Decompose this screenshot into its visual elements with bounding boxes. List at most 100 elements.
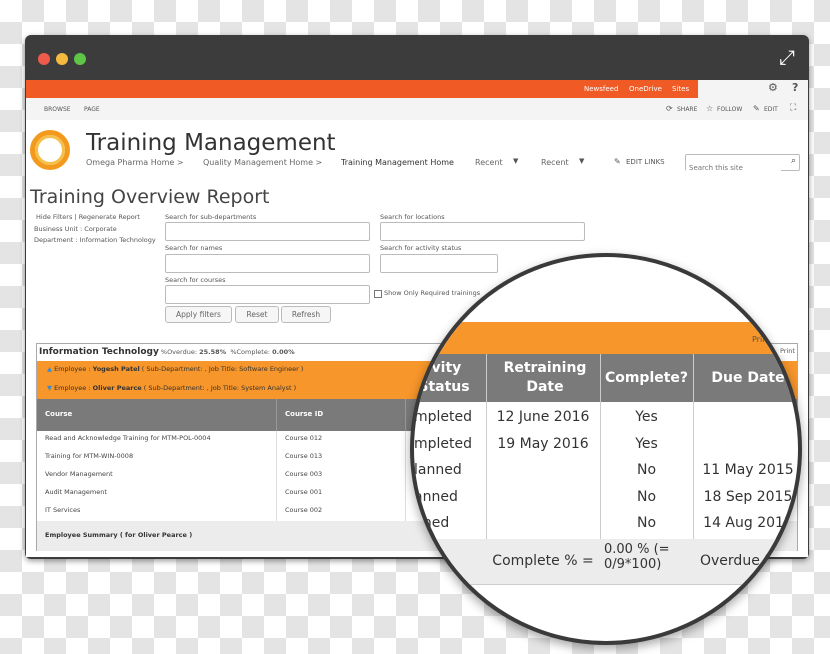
magnified-cell: 11 May 2015	[702, 462, 794, 478]
column-divider	[276, 399, 277, 431]
complete-percent-label: Complete % =	[492, 553, 594, 569]
employee-name: Yogesh Patel	[92, 365, 140, 373]
search-icon[interactable]: ⌕	[791, 156, 796, 166]
required-only-label: Show Only Required trainings	[384, 289, 481, 297]
course-id-cell: Course 001	[285, 488, 323, 496]
nav-recent-2[interactable]: Recent	[541, 158, 569, 167]
site-search-input[interactable]	[686, 160, 781, 176]
tab-browse[interactable]: BROWSE	[44, 106, 71, 113]
close-window-button[interactable]	[38, 53, 50, 65]
focus-icon[interactable]: ⛶	[790, 103, 796, 113]
collapse-arrow-icon[interactable]: ▲	[47, 365, 52, 373]
group-name: Information Technology	[39, 347, 159, 357]
business-unit: Business Unit : Corporate	[34, 225, 117, 233]
expand-arrows-icon[interactable]: ⤢	[779, 45, 795, 69]
share-button[interactable]: SHARE	[677, 106, 697, 113]
magnified-cell: 12 June 2016	[496, 409, 590, 425]
suite-bar: Newsfeed OneDrive Sites	[26, 80, 698, 98]
sub-departments-label: Search for sub-departments	[165, 213, 257, 221]
overdue-value: 25.58%	[199, 348, 227, 356]
magnified-cell: anned	[414, 488, 458, 505]
nav-omega-pharma-home[interactable]: Omega Pharma Home >	[86, 158, 184, 167]
share-icon: ⟳	[666, 104, 673, 113]
nav-training-management-home[interactable]: Training Management Home	[341, 158, 454, 167]
column-activity-status: ivity Status	[418, 360, 470, 395]
sites-link[interactable]: Sites	[672, 85, 689, 93]
magnified-cell: mpleted	[414, 409, 473, 425]
tab-page[interactable]: PAGE	[84, 106, 100, 113]
employee-details: ( Sub-Department: , Job Title: System An…	[141, 384, 297, 392]
locations-label: Search for locations	[380, 213, 445, 221]
column-divider	[276, 431, 277, 521]
complete-label: %Complete:	[230, 348, 271, 356]
magnified-orange-band	[414, 322, 798, 358]
magnified-cell: No	[636, 515, 657, 531]
minimize-window-button[interactable]	[56, 53, 68, 65]
hide-filters-link[interactable]: Hide Filters | Regenerate Report	[36, 213, 140, 221]
course-id-cell: Course 012	[285, 434, 323, 442]
employee-row[interactable]: ▲ Employee : Yogesh Patel ( Sub-Departme…	[47, 365, 303, 373]
gear-icon[interactable]: ⚙	[768, 81, 778, 94]
caret-down-icon[interactable]: ▼	[513, 157, 518, 165]
reset-button[interactable]: Reset	[235, 306, 279, 323]
pencil-icon: ✎	[614, 157, 621, 166]
column-retraining-date: Retraining Date	[503, 360, 587, 395]
refresh-button[interactable]: Refresh	[281, 306, 331, 323]
magnified-cell: mpleted	[414, 435, 473, 452]
suite-bar-right: ⚙ ?	[698, 80, 808, 98]
employee-prefix: Employee :	[54, 384, 93, 392]
courses-input[interactable]	[165, 285, 370, 304]
magnified-cell: 19 May 2016	[497, 435, 589, 452]
magnified-header: ivity Status Retraining Date Complete? D…	[414, 354, 798, 402]
onedrive-link[interactable]: OneDrive	[629, 85, 662, 93]
names-input[interactable]	[165, 254, 370, 273]
required-only-checkbox[interactable]	[374, 290, 382, 298]
magnified-summary: Complete % = 0.00 % (= 0/9*100) Overdue …	[414, 539, 798, 585]
edit-links-button[interactable]: EDIT LINKS	[626, 158, 665, 166]
nav-recent-1[interactable]: Recent	[475, 158, 503, 167]
activity-status-label: Search for activity status	[380, 244, 462, 252]
magnified-cell: nned	[414, 515, 450, 531]
column-due-date: Due Date	[711, 370, 785, 386]
report-title: Training Overview Report	[30, 186, 270, 208]
employee-name: Oliver Pearce	[92, 384, 142, 392]
complete-value: 0.00%	[272, 348, 295, 356]
help-icon[interactable]: ?	[792, 81, 798, 94]
magnified-cell: Yes	[635, 435, 658, 452]
maximize-window-button[interactable]	[74, 53, 86, 65]
group-header: Information Technology %Overdue: 25.58% …	[39, 347, 295, 357]
employee-details: ( Sub-Department: , Job Title: Software …	[139, 365, 304, 373]
column-course-id[interactable]: Course ID	[285, 410, 323, 418]
follow-button[interactable]: FOLLOW	[717, 106, 742, 113]
course-cell: IT Services	[45, 506, 81, 514]
apply-filters-button[interactable]: Apply filters	[165, 306, 232, 323]
column-divider	[405, 399, 406, 431]
caret-down-icon[interactable]: ▼	[579, 157, 584, 165]
course-id-cell: Course 013	[285, 452, 323, 460]
employee-summary: Employee Summary ( for Oliver Pearce )	[45, 531, 193, 539]
course-cell: Vendor Management	[45, 470, 113, 478]
edit-button[interactable]: EDIT	[764, 106, 778, 113]
expand-arrow-icon[interactable]: ▼	[47, 384, 52, 392]
site-search[interactable]: ⌕	[685, 154, 800, 176]
nav-quality-management-home[interactable]: Quality Management Home >	[203, 158, 322, 167]
print-link[interactable]: Print	[779, 347, 796, 355]
magnified-cell: Yes	[635, 409, 658, 425]
newsfeed-link[interactable]: Newsfeed	[584, 85, 618, 93]
ribbon: BROWSE PAGE ⟳ SHARE ☆ FOLLOW ✎ EDIT ⛶	[26, 98, 808, 120]
course-cell: Read and Acknowledge Training for MTM-PO…	[45, 434, 211, 442]
column-course[interactable]: Course	[45, 410, 72, 418]
sub-departments-input[interactable]	[165, 222, 370, 241]
course-cell: Training for MTM-WIN-0008	[45, 452, 134, 460]
locations-input[interactable]	[380, 222, 585, 241]
course-id-cell: Course 003	[285, 470, 323, 478]
course-id-cell: Course 002	[285, 506, 323, 514]
column-complete: Complete?	[604, 370, 689, 386]
site-title[interactable]: Training Management	[86, 130, 336, 156]
magnified-cell: No	[636, 462, 657, 478]
pencil-icon: ✎	[753, 104, 760, 113]
activity-status-input[interactable]	[380, 254, 498, 273]
magnifier: Print ivity Status Retraining Date Compl…	[410, 253, 802, 645]
course-cell: Audit Management	[45, 488, 107, 496]
employee-row[interactable]: ▼ Employee : Oliver Pearce ( Sub-Departm…	[47, 384, 296, 392]
